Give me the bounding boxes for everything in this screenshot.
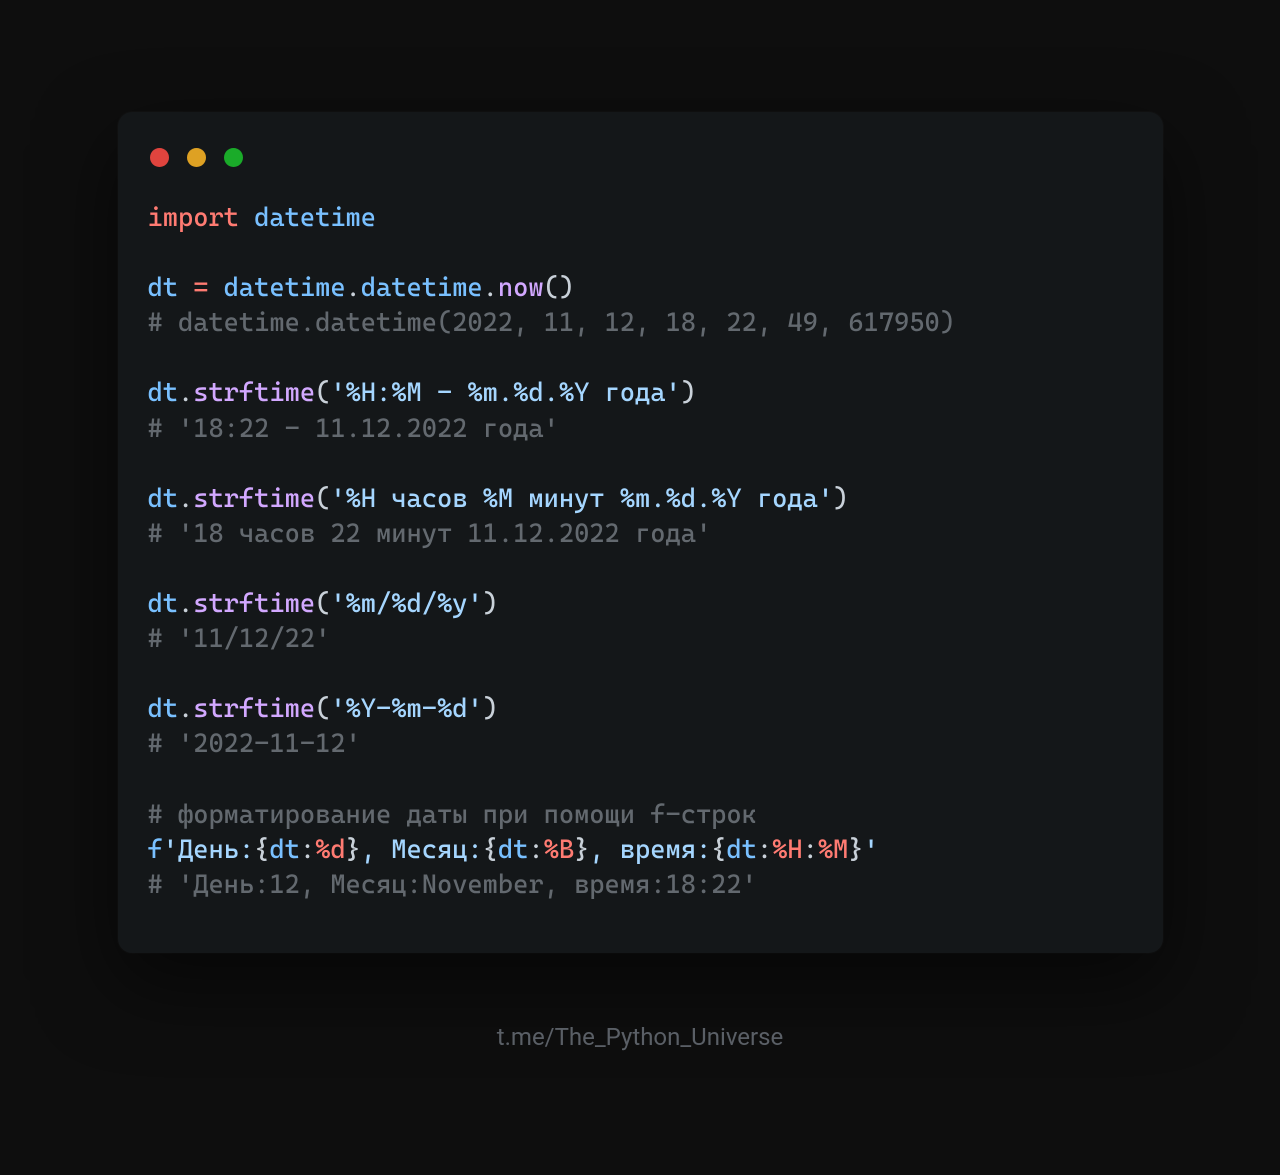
code-token: '%m/%d/%y' xyxy=(330,589,482,619)
code-token: datetime xyxy=(224,273,346,303)
code-line xyxy=(148,341,1133,376)
code-token: . xyxy=(178,484,193,514)
code-block: import datetimedt = datetime.datetime.no… xyxy=(148,201,1133,903)
code-line: dt = datetime.datetime.now() xyxy=(148,271,1133,306)
code-token: %M xyxy=(818,835,848,865)
code-token: ( xyxy=(315,694,330,724)
code-window: import datetimedt = datetime.datetime.no… xyxy=(118,112,1163,953)
code-token: . xyxy=(346,273,361,303)
code-token: : xyxy=(528,835,543,865)
code-token: import xyxy=(148,203,239,233)
code-token: , время: xyxy=(589,835,711,865)
code-token: %H xyxy=(772,835,802,865)
code-line: # '18 часов 22 минут 11.12.2022 года' xyxy=(148,517,1133,552)
code-token: = xyxy=(193,273,208,303)
code-comment: # '18 часов 22 минут 11.12.2022 года' xyxy=(148,519,712,549)
code-token: () xyxy=(544,273,574,303)
code-token: } xyxy=(848,835,863,865)
code-token: '%H:%M - %m.%d.%Y года' xyxy=(330,378,680,408)
code-comment: # 'День:12, Месяц:November, время:18:22' xyxy=(148,870,757,900)
code-comment: # '18:22 - 11.12.2022 года' xyxy=(148,414,559,444)
code-token: ) xyxy=(681,378,696,408)
code-line xyxy=(148,763,1133,798)
code-line xyxy=(148,447,1133,482)
code-token: ' xyxy=(864,835,879,865)
code-line: # '18:22 - 11.12.2022 года' xyxy=(148,412,1133,447)
code-line: # форматирование даты при помощи f-строк xyxy=(148,798,1133,833)
code-token: . xyxy=(178,589,193,619)
code-token: strftime xyxy=(193,378,315,408)
code-token: ( xyxy=(315,378,330,408)
code-token: . xyxy=(483,273,498,303)
code-token xyxy=(208,273,223,303)
code-token: strftime xyxy=(193,589,315,619)
code-token: dt xyxy=(148,694,178,724)
code-token: dt xyxy=(498,835,528,865)
minimize-icon[interactable] xyxy=(187,148,206,167)
code-token: strftime xyxy=(193,694,315,724)
code-line xyxy=(148,552,1133,587)
code-line xyxy=(148,657,1133,692)
code-line: dt.strftime('%H часов %M минут %m.%d.%Y … xyxy=(148,482,1133,517)
code-line: # '11/12/22' xyxy=(148,622,1133,657)
code-token: ( xyxy=(315,484,330,514)
code-token: dt xyxy=(148,484,178,514)
code-token: dt xyxy=(269,835,299,865)
code-token: %d xyxy=(315,835,345,865)
code-token: 'День: xyxy=(163,835,254,865)
code-comment: # '11/12/22' xyxy=(148,624,331,654)
code-token: datetime xyxy=(254,203,376,233)
code-token: { xyxy=(711,835,726,865)
code-token: ) xyxy=(483,589,498,619)
code-token: dt xyxy=(726,835,756,865)
code-token: f xyxy=(148,835,163,865)
code-line: import datetime xyxy=(148,201,1133,236)
code-line xyxy=(148,236,1133,271)
code-comment: # '2022-11-12' xyxy=(148,729,361,759)
code-token: . xyxy=(178,694,193,724)
code-token: strftime xyxy=(193,484,315,514)
window-traffic-lights xyxy=(148,142,1133,201)
code-token xyxy=(178,273,193,303)
code-token: dt xyxy=(148,378,178,408)
code-line: dt.strftime('%m/%d/%y') xyxy=(148,587,1133,622)
code-token: datetime xyxy=(361,273,483,303)
code-token: ) xyxy=(483,694,498,724)
code-token: : xyxy=(757,835,772,865)
close-icon[interactable] xyxy=(150,148,169,167)
code-comment: # форматирование даты при помощи f-строк xyxy=(148,800,757,830)
code-line: dt.strftime('%H:%M - %m.%d.%Y года') xyxy=(148,376,1133,411)
code-token: '%H часов %M минут %m.%d.%Y года' xyxy=(330,484,833,514)
code-token: ( xyxy=(315,589,330,619)
code-token: { xyxy=(254,835,269,865)
code-line: # datetime.datetime(2022, 11, 12, 18, 22… xyxy=(148,306,1133,341)
footer-link[interactable]: t.me/The_Python_Universe xyxy=(497,1023,784,1051)
code-token: now xyxy=(498,273,544,303)
code-token: . xyxy=(178,378,193,408)
code-line: # 'День:12, Месяц:November, время:18:22' xyxy=(148,868,1133,903)
code-token: dt xyxy=(148,273,178,303)
code-token: ) xyxy=(833,484,848,514)
code-token: %B xyxy=(544,835,574,865)
zoom-icon[interactable] xyxy=(224,148,243,167)
code-line: # '2022-11-12' xyxy=(148,727,1133,762)
code-line: f'День:{dt:%d}, Месяц:{dt:%B}, время:{dt… xyxy=(148,833,1133,868)
code-token: } xyxy=(346,835,361,865)
code-token: , Месяц: xyxy=(361,835,483,865)
code-token: : xyxy=(803,835,818,865)
code-comment: # datetime.datetime(2022, 11, 12, 18, 22… xyxy=(148,308,955,338)
code-token: dt xyxy=(148,589,178,619)
code-line: dt.strftime('%Y-%m-%d') xyxy=(148,692,1133,727)
code-token: { xyxy=(483,835,498,865)
code-token: '%Y-%m-%d' xyxy=(330,694,482,724)
code-token xyxy=(239,203,254,233)
code-token: : xyxy=(300,835,315,865)
code-token: } xyxy=(574,835,589,865)
